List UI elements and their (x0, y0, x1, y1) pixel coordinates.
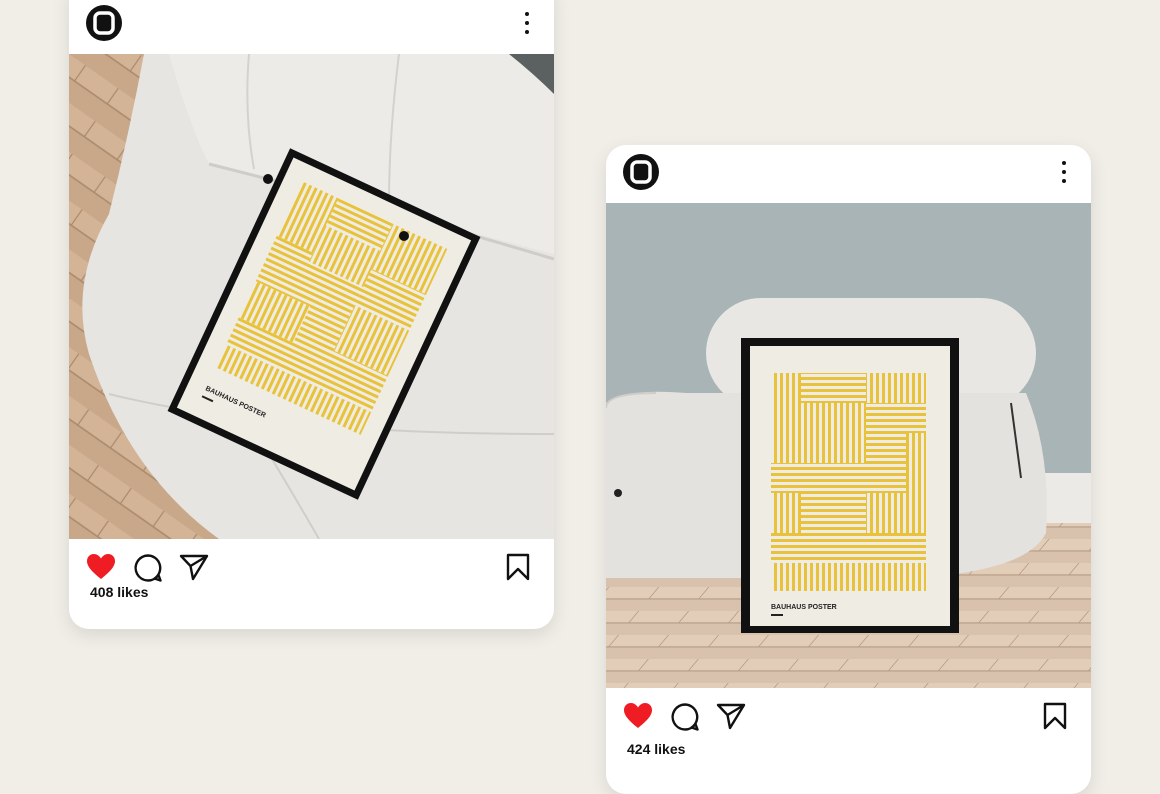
more-options-icon[interactable] (522, 12, 532, 34)
comment-icon[interactable] (670, 702, 700, 732)
send-icon[interactable] (716, 702, 746, 732)
post-actions (69, 539, 554, 587)
profile-logo-icon[interactable] (623, 154, 659, 190)
bookmark-icon[interactable] (1043, 702, 1073, 732)
send-icon[interactable] (179, 553, 209, 583)
poster-title: BAUHAUS POSTER (771, 604, 837, 611)
more-options-icon[interactable] (1059, 161, 1069, 183)
post-card: BAUHAUS POSTER 408 likes (69, 0, 554, 629)
heart-icon[interactable] (623, 702, 653, 732)
post-actions (606, 688, 1091, 736)
post-header (606, 145, 1091, 203)
post-card: BAUHAUS POSTER 424 likes (606, 145, 1091, 794)
post-image[interactable]: BAUHAUS POSTER (606, 203, 1091, 688)
heart-icon[interactable] (86, 553, 116, 583)
likes-count[interactable]: 408 likes (90, 584, 148, 600)
comment-icon[interactable] (133, 553, 163, 583)
profile-logo-icon[interactable] (86, 5, 122, 41)
likes-count[interactable]: 424 likes (627, 741, 685, 757)
bookmark-icon[interactable] (506, 553, 536, 583)
post-image[interactable]: BAUHAUS POSTER (69, 54, 554, 539)
post-header (69, 0, 554, 54)
